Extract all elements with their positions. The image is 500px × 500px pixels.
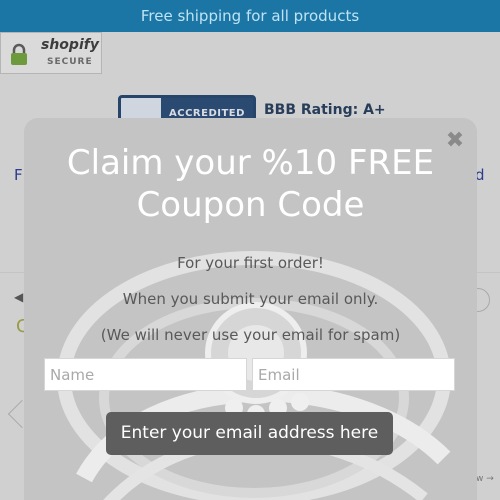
popup-email-only-text: When you submit your email only. [122, 290, 379, 308]
popup-headline: Claim your %10 FREE Coupon Code [24, 142, 477, 226]
lock-icon [11, 43, 27, 65]
email-field[interactable] [252, 358, 455, 391]
shopify-secure-label: SECURE [47, 57, 93, 67]
popup-first-order-text: For your first order! [177, 254, 324, 272]
background-link-fragment-bottom[interactable]: w → [476, 474, 494, 484]
shopify-secure-badge: shopify SECURE [0, 32, 102, 74]
popup-headline-line1: Claim your %10 FREE [66, 143, 435, 183]
popup-no-spam-text: (We will never use your email for spam) [100, 326, 401, 344]
background-link-fragment[interactable]: F [14, 166, 23, 184]
name-field[interactable] [44, 358, 247, 391]
chevron-left-icon[interactable]: ◀ [14, 290, 23, 304]
bbb-rating: BBB Rating: A+ [264, 102, 386, 118]
popup-headline-line2: Coupon Code [136, 185, 365, 225]
submit-email-button[interactable]: Enter your email address here [106, 412, 393, 455]
coupon-popup: ✖ Claim your %10 FREE Coupon Code For yo… [24, 118, 477, 500]
shipping-banner-text: Free shipping for all products [140, 7, 360, 25]
shopify-wordmark: shopify [41, 37, 99, 53]
shipping-banner: Free shipping for all products [0, 0, 500, 32]
